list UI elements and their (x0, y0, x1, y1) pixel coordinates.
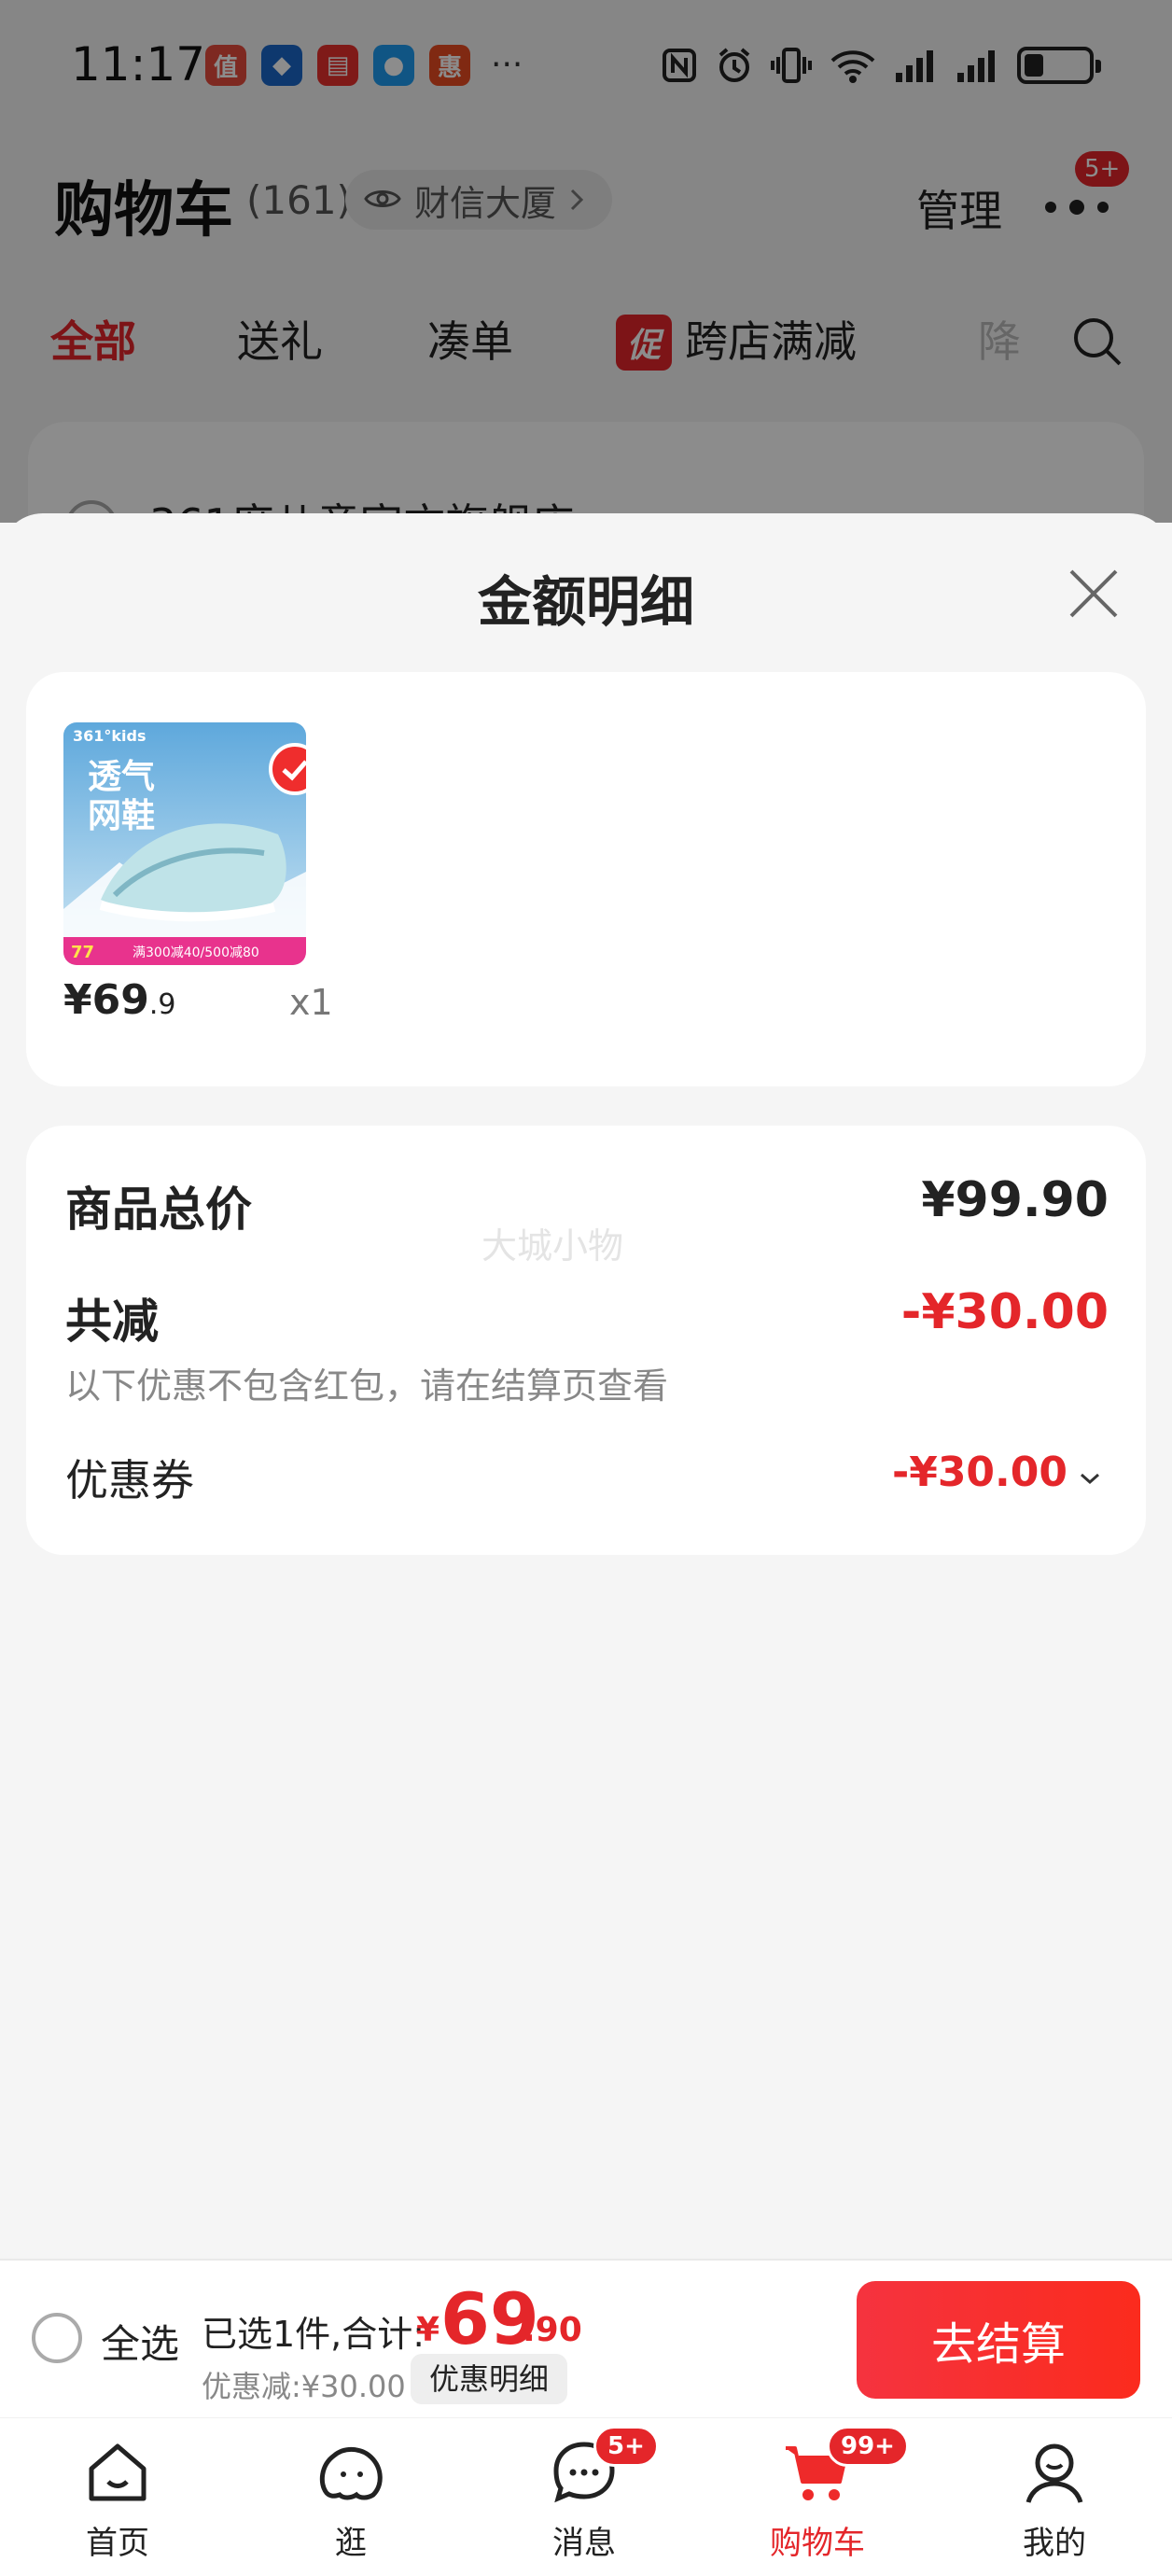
discount-label: 共减 (65, 1295, 159, 1349)
sheet-title: 金额明细 (477, 570, 694, 634)
price-detail-button[interactable]: 优惠明细 (411, 2354, 568, 2404)
tab-messages-label: 消息 (552, 2525, 616, 2562)
product-price-dec: .9 (148, 988, 176, 1021)
home-icon (80, 2435, 155, 2510)
discount-note: 以下优惠不包含红包，请在结算页查看 (65, 1365, 669, 1407)
watermark-text: 大城小物 (481, 1225, 624, 1267)
checkmark-icon[interactable] (269, 743, 306, 795)
thumb-brand: 361°kids (73, 727, 146, 745)
cart-badge: 99+ (827, 2426, 909, 2467)
tab-cart-label: 购物车 (770, 2525, 865, 2562)
product-thumbnail[interactable]: 361°kids 透气 网鞋 77 满300减40/500减80 (63, 722, 306, 965)
price-summary-card: 大城小物 商品总价 ¥99.90 共减 -¥30.00 以下优惠不包含红包，请在… (26, 1126, 1146, 1555)
discount-value: -¥30.00 (900, 1284, 1109, 1340)
coupon-label: 优惠券 (65, 1455, 194, 1505)
tab-browse[interactable]: 逛 (276, 2435, 426, 2575)
close-icon[interactable] (1064, 564, 1123, 623)
cart-icon: 99+ (780, 2426, 909, 2510)
message-icon: 5+ (547, 2426, 659, 2510)
tab-messages[interactable]: 5+ 消息 (509, 2426, 659, 2575)
product-price: ¥69.9 (63, 976, 175, 1024)
tab-home-label: 首页 (86, 2525, 149, 2562)
bottom-tab-bar: 首页 逛 5+ 消息 99+ 购物车 我的 (0, 2417, 1172, 2576)
thumb-price-tag: 77 (71, 943, 94, 962)
thumb-promo: 满300减40/500减80 (133, 945, 259, 960)
browse-icon (314, 2435, 388, 2510)
select-all-label[interactable]: 全选 (101, 2313, 179, 2370)
total-decimal: .90 (523, 2311, 582, 2349)
total-price-value: ¥99.90 (921, 1172, 1109, 1228)
coupon-value: -¥30.00 (891, 1449, 1067, 1496)
profile-icon (1017, 2435, 1092, 2510)
thumb-headline-1: 透气 (88, 758, 155, 796)
product-price-int: ¥69 (63, 976, 149, 1024)
product-quantity: x1 (289, 982, 333, 1023)
chevron-down-icon (1079, 1449, 1101, 1496)
coupon-row-toggle[interactable]: -¥30.00 (892, 1449, 1101, 1496)
selected-summary: 已选1件,合计: (202, 2314, 426, 2355)
discount-summary: 优惠减:¥30.00 (202, 2369, 406, 2404)
tab-profile-label: 我的 (1023, 2525, 1086, 2562)
checkout-bar: 全选 已选1件,合计: ¥ 69 .90 优惠减:¥30.00 优惠明细 去结算 (0, 2259, 1172, 2417)
checkout-button[interactable]: 去结算 (857, 2281, 1140, 2399)
price-detail-sheet: 金额明细 361°kids 透气 网鞋 77 满300减40/500减80 ¥6… (0, 513, 1172, 2268)
selected-items-card: 361°kids 透气 网鞋 77 满300减40/500减80 ¥69.9 x… (26, 672, 1146, 1086)
tab-home[interactable]: 首页 (43, 2435, 192, 2575)
total-currency: ¥ (416, 2311, 440, 2349)
thumb-headline-2: 网鞋 (88, 797, 155, 835)
tab-browse-label: 逛 (335, 2525, 367, 2562)
tab-cart[interactable]: 99+ 购物车 (743, 2426, 909, 2575)
messages-badge: 5+ (593, 2426, 659, 2467)
select-all-radio[interactable] (32, 2313, 82, 2363)
dim-overlay[interactable] (0, 0, 1172, 523)
total-price-label: 商品总价 (65, 1183, 252, 1237)
tab-profile[interactable]: 我的 (980, 2435, 1129, 2575)
